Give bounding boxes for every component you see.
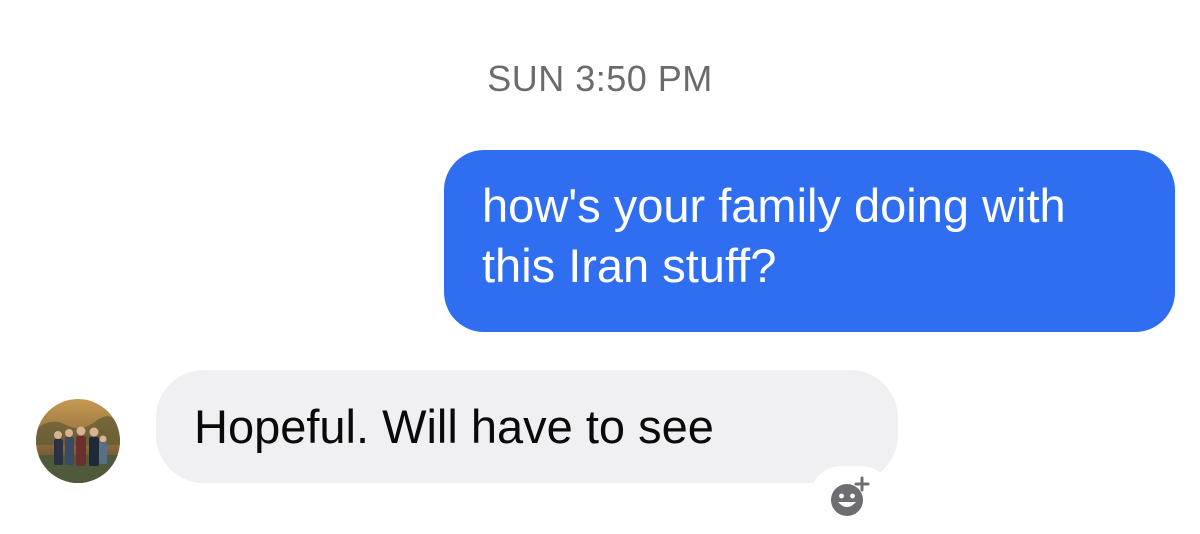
avatar-image xyxy=(36,399,120,483)
timestamp: SUN 3:50 PM xyxy=(487,58,713,99)
avatar[interactable] xyxy=(36,399,120,483)
outgoing-message-bubble[interactable]: how's your family doing with this Iran s… xyxy=(444,150,1175,332)
outgoing-message-text: how's your family doing with this Iran s… xyxy=(482,179,1066,292)
add-reaction-button[interactable] xyxy=(810,466,892,528)
add-reaction-icon xyxy=(831,476,870,516)
incoming-message-bubble[interactable]: Hopeful. Will have to see xyxy=(156,370,898,483)
incoming-message-text: Hopeful. Will have to see xyxy=(194,400,714,453)
